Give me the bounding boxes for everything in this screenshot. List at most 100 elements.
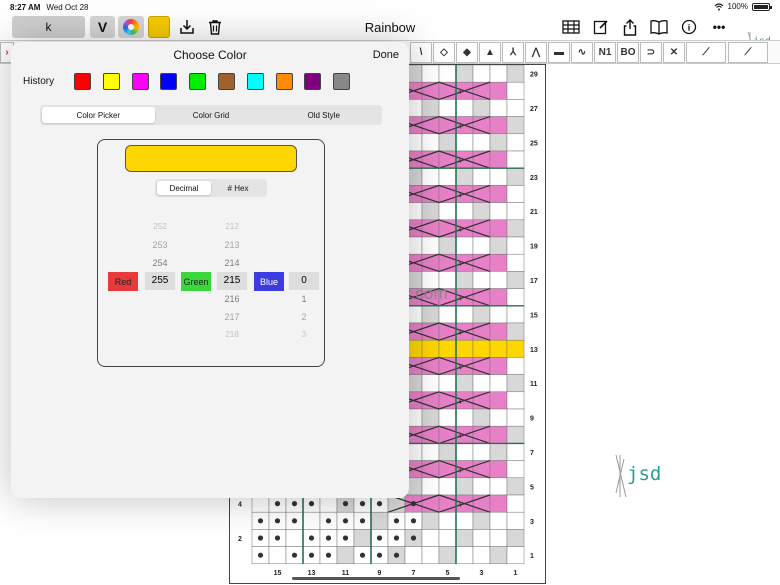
chart-cell[interactable] (506, 511, 525, 530)
chart-cell[interactable] (506, 357, 525, 375)
chart-cell[interactable] (489, 288, 508, 307)
chart-cell[interactable] (421, 443, 440, 461)
channel-wheel-red[interactable]: 252 253 254 255 (145, 218, 175, 290)
history-swatch[interactable] (131, 73, 149, 90)
chart-cell[interactable] (489, 99, 508, 117)
current-color-swatch[interactable] (148, 16, 170, 38)
chart-scroll-indicator[interactable] (292, 577, 460, 580)
chart-cell[interactable] (421, 305, 440, 324)
chart-cell[interactable] (489, 443, 508, 461)
grid-icon[interactable] (560, 17, 582, 37)
chart-cell[interactable] (489, 477, 508, 496)
history-swatch[interactable] (304, 73, 322, 90)
chart-cell[interactable] (421, 546, 440, 565)
chart-cell[interactable] (455, 339, 474, 358)
chart-cell[interactable] (489, 339, 508, 358)
history-swatch[interactable] (102, 73, 120, 90)
chart-cell[interactable] (455, 511, 474, 530)
chart-cell[interactable] (506, 150, 525, 169)
chart-cell[interactable] (472, 202, 491, 221)
chart-cell[interactable] (472, 546, 491, 565)
history-swatch[interactable] (246, 73, 264, 90)
chart-cell[interactable] (302, 511, 321, 530)
chart-cell[interactable] (489, 167, 508, 186)
chart-cell[interactable] (421, 167, 440, 186)
chart-cell[interactable] (455, 443, 474, 461)
chart-cell[interactable] (455, 546, 474, 565)
chart-cell[interactable] (489, 271, 508, 289)
chart-cell[interactable] (336, 546, 355, 565)
chart-cell[interactable] (506, 236, 525, 255)
chart-cell[interactable] (438, 65, 457, 83)
chart-cell[interactable] (455, 167, 474, 186)
chart-cell[interactable] (506, 253, 525, 272)
chart-cell[interactable] (421, 408, 440, 427)
chart-cell[interactable] (438, 408, 457, 427)
chart-cell[interactable] (489, 374, 508, 393)
chart-cell[interactable] (421, 477, 440, 496)
chart-cell[interactable] (438, 339, 457, 358)
chart-cell[interactable] (421, 339, 440, 358)
chart-cell[interactable] (506, 288, 525, 307)
chart-cell[interactable] (455, 477, 474, 496)
chart-cell[interactable] (472, 443, 491, 461)
chart-cell[interactable] (455, 99, 474, 117)
chart-cell[interactable] (421, 529, 440, 547)
chart-cell[interactable] (506, 546, 525, 565)
chart-cell[interactable] (421, 133, 440, 152)
history-swatch[interactable] (275, 73, 293, 90)
chart-cell[interactable] (370, 511, 389, 530)
chart-cell[interactable] (455, 65, 474, 83)
chart-cell[interactable] (506, 305, 525, 324)
chart-cell[interactable] (421, 99, 440, 117)
chart-cell[interactable] (438, 99, 457, 117)
chart-cell[interactable] (506, 65, 525, 83)
chart-cell[interactable] (489, 460, 508, 479)
chart-cell[interactable] (438, 202, 457, 221)
chart-cell[interactable] (472, 339, 491, 358)
trash-icon[interactable] (204, 17, 226, 37)
chart-cell[interactable] (489, 494, 508, 513)
chart-cell[interactable] (489, 357, 508, 375)
chart-cell[interactable] (421, 236, 440, 255)
chart-cell[interactable] (506, 322, 525, 341)
chart-cell[interactable] (438, 511, 457, 530)
chart-cell[interactable] (489, 65, 508, 83)
chart-cell[interactable] (489, 253, 508, 272)
chart-cell[interactable] (472, 65, 491, 83)
chart-cell[interactable] (472, 271, 491, 289)
history-swatch[interactable] (160, 73, 178, 90)
chart-cell[interactable] (506, 133, 525, 152)
chart-cell[interactable] (472, 167, 491, 186)
chart-cell[interactable] (438, 477, 457, 496)
chart-cell[interactable] (455, 374, 474, 393)
chart-cell[interactable] (472, 529, 491, 547)
download-icon[interactable] (176, 17, 198, 37)
chart-cell[interactable] (472, 305, 491, 324)
chart-cell[interactable] (506, 494, 525, 513)
chart-cell[interactable] (421, 511, 440, 530)
chart-cell[interactable] (455, 271, 474, 289)
chart-cell[interactable] (472, 477, 491, 496)
palette-symbol[interactable]: ⋀ (525, 42, 547, 63)
chart-cell[interactable] (506, 116, 525, 135)
channel-wheel-blue[interactable]: 0 1 2 3 (289, 272, 319, 344)
chart-cell[interactable] (438, 529, 457, 547)
chart-cell[interactable] (489, 236, 508, 255)
history-swatch[interactable] (74, 73, 91, 90)
chart-cell[interactable] (421, 374, 440, 393)
history-swatch[interactable] (218, 73, 235, 90)
done-button[interactable]: Done (373, 49, 399, 61)
book-icon[interactable] (648, 17, 670, 37)
history-swatch[interactable] (333, 73, 351, 90)
palette-symbol[interactable]: ⅄ (502, 42, 524, 63)
chart-cell[interactable] (489, 322, 508, 341)
chart-cell[interactable] (489, 219, 508, 238)
chart-cell[interactable] (489, 202, 508, 221)
chart-cell[interactable] (455, 236, 474, 255)
chart-cell[interactable] (438, 546, 457, 565)
chart-cell[interactable] (421, 65, 440, 83)
chart-cell[interactable] (438, 374, 457, 393)
palette-symbol[interactable]: ⟋ (728, 42, 768, 63)
chart-cell[interactable] (506, 477, 525, 496)
